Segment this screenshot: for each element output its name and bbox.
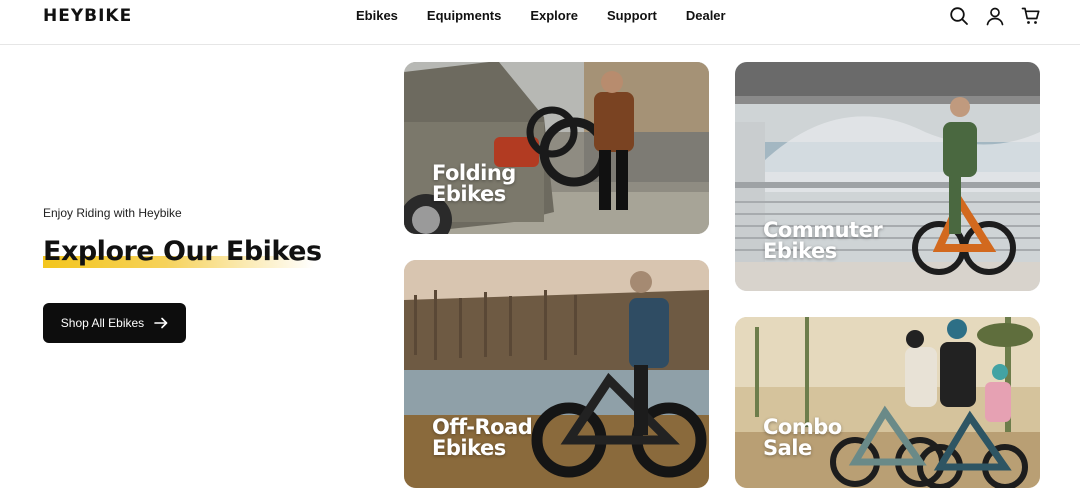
category-card-commuter-ebikes[interactable]: Commuter Ebikes bbox=[735, 62, 1040, 291]
hero-title: Explore Our Ebikes bbox=[43, 236, 322, 267]
card-label-line2: Ebikes bbox=[763, 239, 837, 263]
shop-all-ebikes-button[interactable]: Shop All Ebikes bbox=[43, 303, 186, 343]
card-label-line1: Folding bbox=[432, 161, 516, 185]
nav-dealer[interactable]: Dealer bbox=[686, 8, 726, 24]
account-icon[interactable] bbox=[985, 6, 1005, 26]
nav-explore[interactable]: Explore bbox=[530, 8, 578, 24]
arrow-right-icon bbox=[154, 317, 168, 329]
card-label-line2: Ebikes bbox=[432, 436, 506, 460]
nav-equipments[interactable]: Equipments bbox=[427, 8, 501, 24]
category-card-off-road-ebikes[interactable]: Off-Road Ebikes bbox=[404, 260, 709, 488]
site-header: HEYBIKE Ebikes Equipments Explore Suppor… bbox=[0, 0, 1080, 45]
card-label-line2: Sale bbox=[763, 436, 812, 460]
card-label-line1: Off-Road bbox=[432, 415, 533, 439]
card-label-folding: Folding Ebikes bbox=[432, 163, 516, 205]
nav-ebikes[interactable]: Ebikes bbox=[356, 8, 398, 24]
logo[interactable]: HEYBIKE bbox=[43, 6, 132, 26]
hero-title-wrap: Explore Our Ebikes bbox=[43, 236, 322, 268]
card-label-line1: Commuter bbox=[763, 218, 883, 242]
nav-support[interactable]: Support bbox=[607, 8, 657, 24]
card-label-combo: Combo Sale bbox=[763, 417, 842, 459]
category-card-combo-sale[interactable]: Combo Sale bbox=[735, 317, 1040, 488]
main-nav: Ebikes Equipments Explore Support Dealer bbox=[356, 8, 755, 24]
hero-tagline: Enjoy Riding with Heybike bbox=[43, 206, 182, 220]
card-label-line2: Ebikes bbox=[432, 182, 506, 206]
combo-sale-photo bbox=[735, 317, 1040, 488]
card-label-commuter: Commuter Ebikes bbox=[763, 218, 883, 263]
category-card-folding-ebikes[interactable]: Folding Ebikes bbox=[404, 62, 709, 234]
card-label-line1: Combo bbox=[763, 415, 842, 439]
search-icon[interactable] bbox=[949, 6, 969, 26]
cart-icon[interactable] bbox=[1021, 6, 1041, 26]
shop-button-label: Shop All Ebikes bbox=[60, 316, 145, 330]
folding-ebike-photo bbox=[404, 62, 709, 234]
header-icons bbox=[949, 6, 1041, 26]
card-label-offroad: Off-Road Ebikes bbox=[432, 415, 533, 460]
